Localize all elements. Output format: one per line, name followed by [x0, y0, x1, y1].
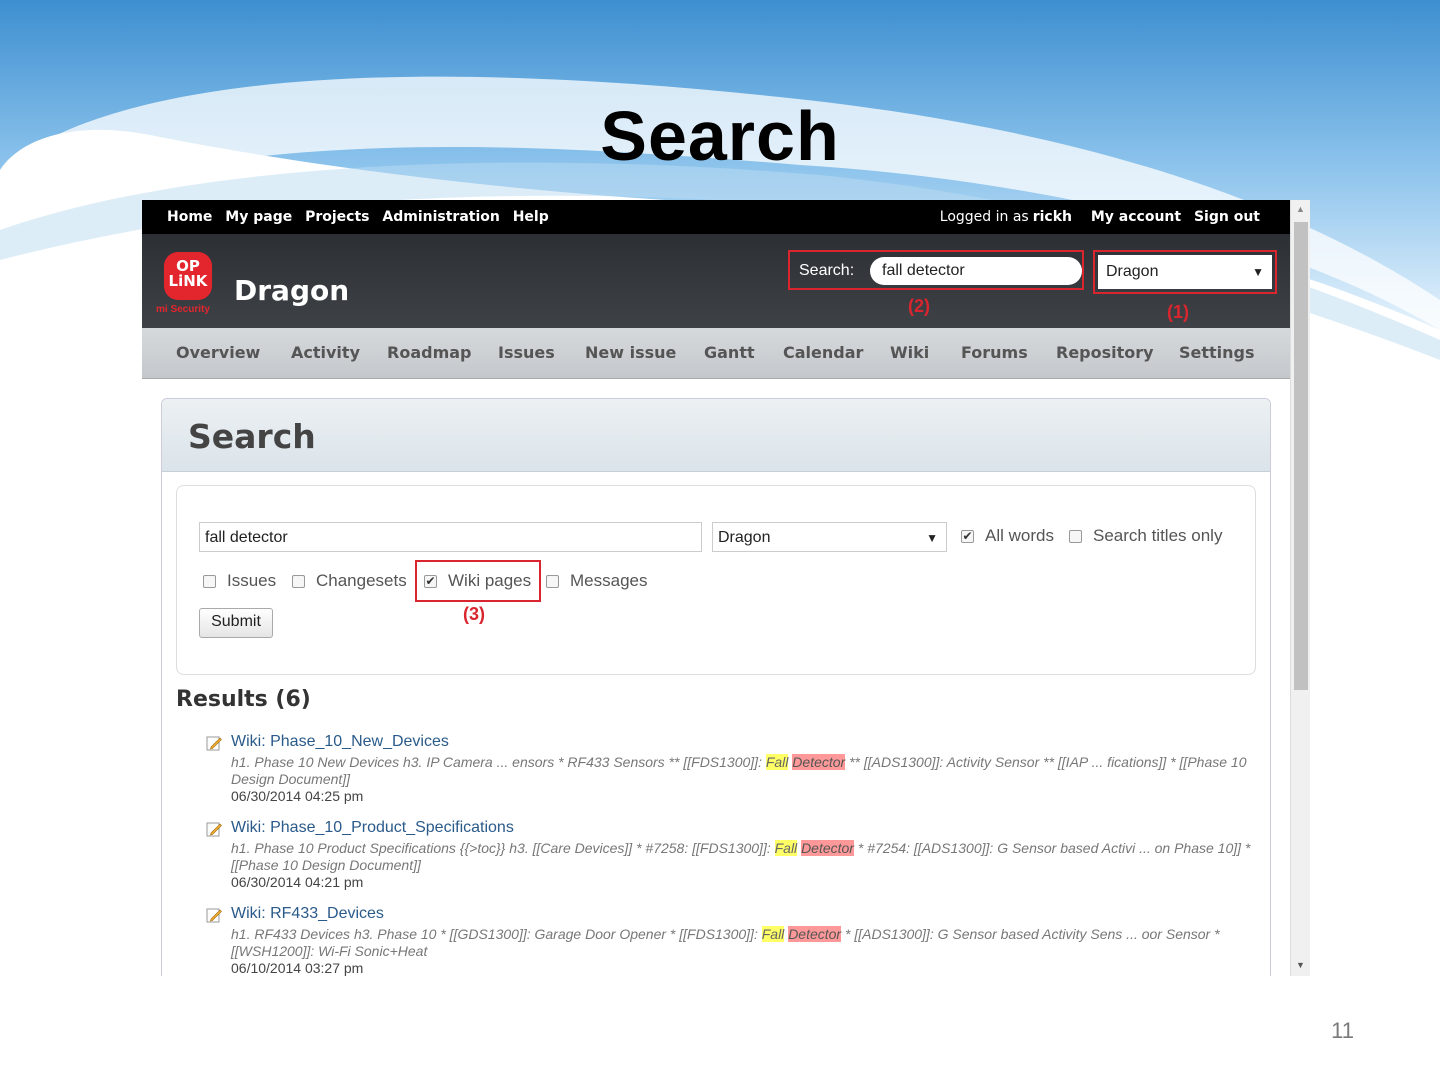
- annotation-3: (3): [463, 604, 485, 624]
- tab-repository[interactable]: Repository: [1056, 343, 1154, 362]
- quick-search-highlight: Search: fall detector: [788, 250, 1084, 290]
- tab-settings[interactable]: Settings: [1179, 343, 1255, 362]
- search-heading: Search: [188, 417, 316, 456]
- scroll-down-arrow-icon[interactable]: ▼: [1296, 960, 1305, 970]
- quick-search-label: Search:: [799, 262, 855, 279]
- tab-overview[interactable]: Overview: [176, 343, 260, 362]
- logged-in-user-link[interactable]: rickh: [1033, 209, 1072, 225]
- logo-text-bottom: LiNK: [168, 272, 208, 290]
- tab-issues[interactable]: Issues: [498, 343, 555, 362]
- top-link-my-page[interactable]: My page: [225, 209, 292, 225]
- search-query-input[interactable]: fall detector: [199, 522, 702, 552]
- search-form: fall detector Dragon ▼ ✔ All words Search…: [176, 485, 1256, 675]
- annotation-2: (2): [908, 296, 930, 316]
- messages-checkbox[interactable]: [546, 575, 559, 588]
- search-scope-select[interactable]: Dragon ▼: [712, 522, 947, 552]
- redmine-screenshot: Home My page Projects Administration Hel…: [142, 200, 1310, 976]
- quick-search-input[interactable]: fall detector: [870, 257, 1082, 285]
- tab-new-issue[interactable]: New issue: [585, 343, 676, 362]
- tab-activity[interactable]: Activity: [291, 343, 360, 362]
- oplink-logo: OP LiNK mi Security: [156, 252, 224, 318]
- result-date: 06/10/2014 03:27 pm: [231, 960, 364, 976]
- issues-checkbox[interactable]: [203, 575, 216, 588]
- wiki-page-icon: [206, 736, 222, 751]
- logged-in-label: Logged in as: [939, 209, 1029, 225]
- top-link-help[interactable]: Help: [513, 209, 549, 225]
- project-header: OP LiNK mi Security Dragon Search: fall d…: [142, 234, 1290, 328]
- changesets-label: Changesets: [316, 571, 407, 590]
- project-jump-select[interactable]: Dragon ▼: [1098, 255, 1272, 289]
- wiki-pages-label: Wiki pages: [448, 571, 532, 590]
- result-title-link[interactable]: Wiki: RF433_Devices: [231, 905, 384, 923]
- wiki-pages-checkbox[interactable]: ✔: [424, 575, 437, 588]
- result-description: h1. RF433 Devices h3. Phase 10 * [[GDS13…: [231, 926, 1220, 959]
- result-date: 06/30/2014 04:21 pm: [231, 874, 364, 890]
- tab-roadmap[interactable]: Roadmap: [387, 343, 471, 362]
- sign-out-link[interactable]: Sign out: [1194, 209, 1260, 225]
- my-account-link[interactable]: My account: [1091, 209, 1181, 225]
- issues-label: Issues: [227, 571, 277, 590]
- project-jump-value: Dragon: [1106, 263, 1159, 280]
- wiki-page-icon: [206, 822, 222, 837]
- submit-button[interactable]: Submit: [199, 608, 273, 638]
- titles-only-label: Search titles only: [1093, 526, 1223, 545]
- result-description: h1. Phase 10 Product Specifications {{>t…: [231, 840, 1251, 873]
- slide-title: Search: [600, 97, 840, 175]
- project-title: Dragon: [234, 274, 350, 307]
- dropdown-arrow-icon: ▼: [1252, 265, 1264, 279]
- top-link-administration[interactable]: Administration: [382, 209, 499, 225]
- annotation-1: (1): [1167, 302, 1189, 322]
- logo-tagline: mi Security: [156, 304, 210, 315]
- tab-gantt[interactable]: Gantt: [704, 343, 755, 362]
- tab-calendar[interactable]: Calendar: [783, 343, 863, 362]
- all-words-label: All words: [985, 526, 1054, 545]
- result-description: h1. Phase 10 New Devices h3. IP Camera .…: [231, 754, 1247, 787]
- top-link-projects[interactable]: Projects: [305, 209, 369, 225]
- top-link-home[interactable]: Home: [167, 209, 212, 225]
- project-main-menu: Overview Activity Roadmap Issues New iss…: [142, 328, 1290, 379]
- messages-label: Messages: [570, 571, 648, 590]
- scope-dropdown-arrow-icon: ▼: [926, 531, 938, 545]
- tab-wiki[interactable]: Wiki: [890, 343, 929, 362]
- tab-forums[interactable]: Forums: [961, 343, 1028, 362]
- slide-page-number: 11: [1331, 1018, 1354, 1043]
- scroll-up-arrow-icon[interactable]: ▲: [1296, 204, 1305, 214]
- result-title-link[interactable]: Wiki: Phase_10_Product_Specifications: [231, 819, 514, 837]
- wiki-page-icon: [206, 908, 222, 923]
- top-menu: Home My page Projects Administration Hel…: [142, 200, 1290, 234]
- results-heading: Results (6): [176, 687, 311, 712]
- search-content-panel: Search fall detector Dragon ▼ ✔ All words…: [161, 398, 1271, 976]
- search-scope-value: Dragon: [718, 529, 771, 546]
- result-title-link[interactable]: Wiki: Phase_10_New_Devices: [231, 733, 449, 751]
- changesets-checkbox[interactable]: [292, 575, 305, 588]
- vertical-scrollbar[interactable]: ▲ ▼: [1290, 200, 1310, 976]
- project-jump-highlight: Dragon ▼: [1093, 250, 1277, 294]
- result-date: 06/30/2014 04:25 pm: [231, 788, 364, 804]
- scrollbar-thumb[interactable]: [1294, 222, 1308, 690]
- all-words-checkbox[interactable]: ✔: [961, 530, 974, 543]
- titles-only-checkbox[interactable]: [1069, 530, 1082, 543]
